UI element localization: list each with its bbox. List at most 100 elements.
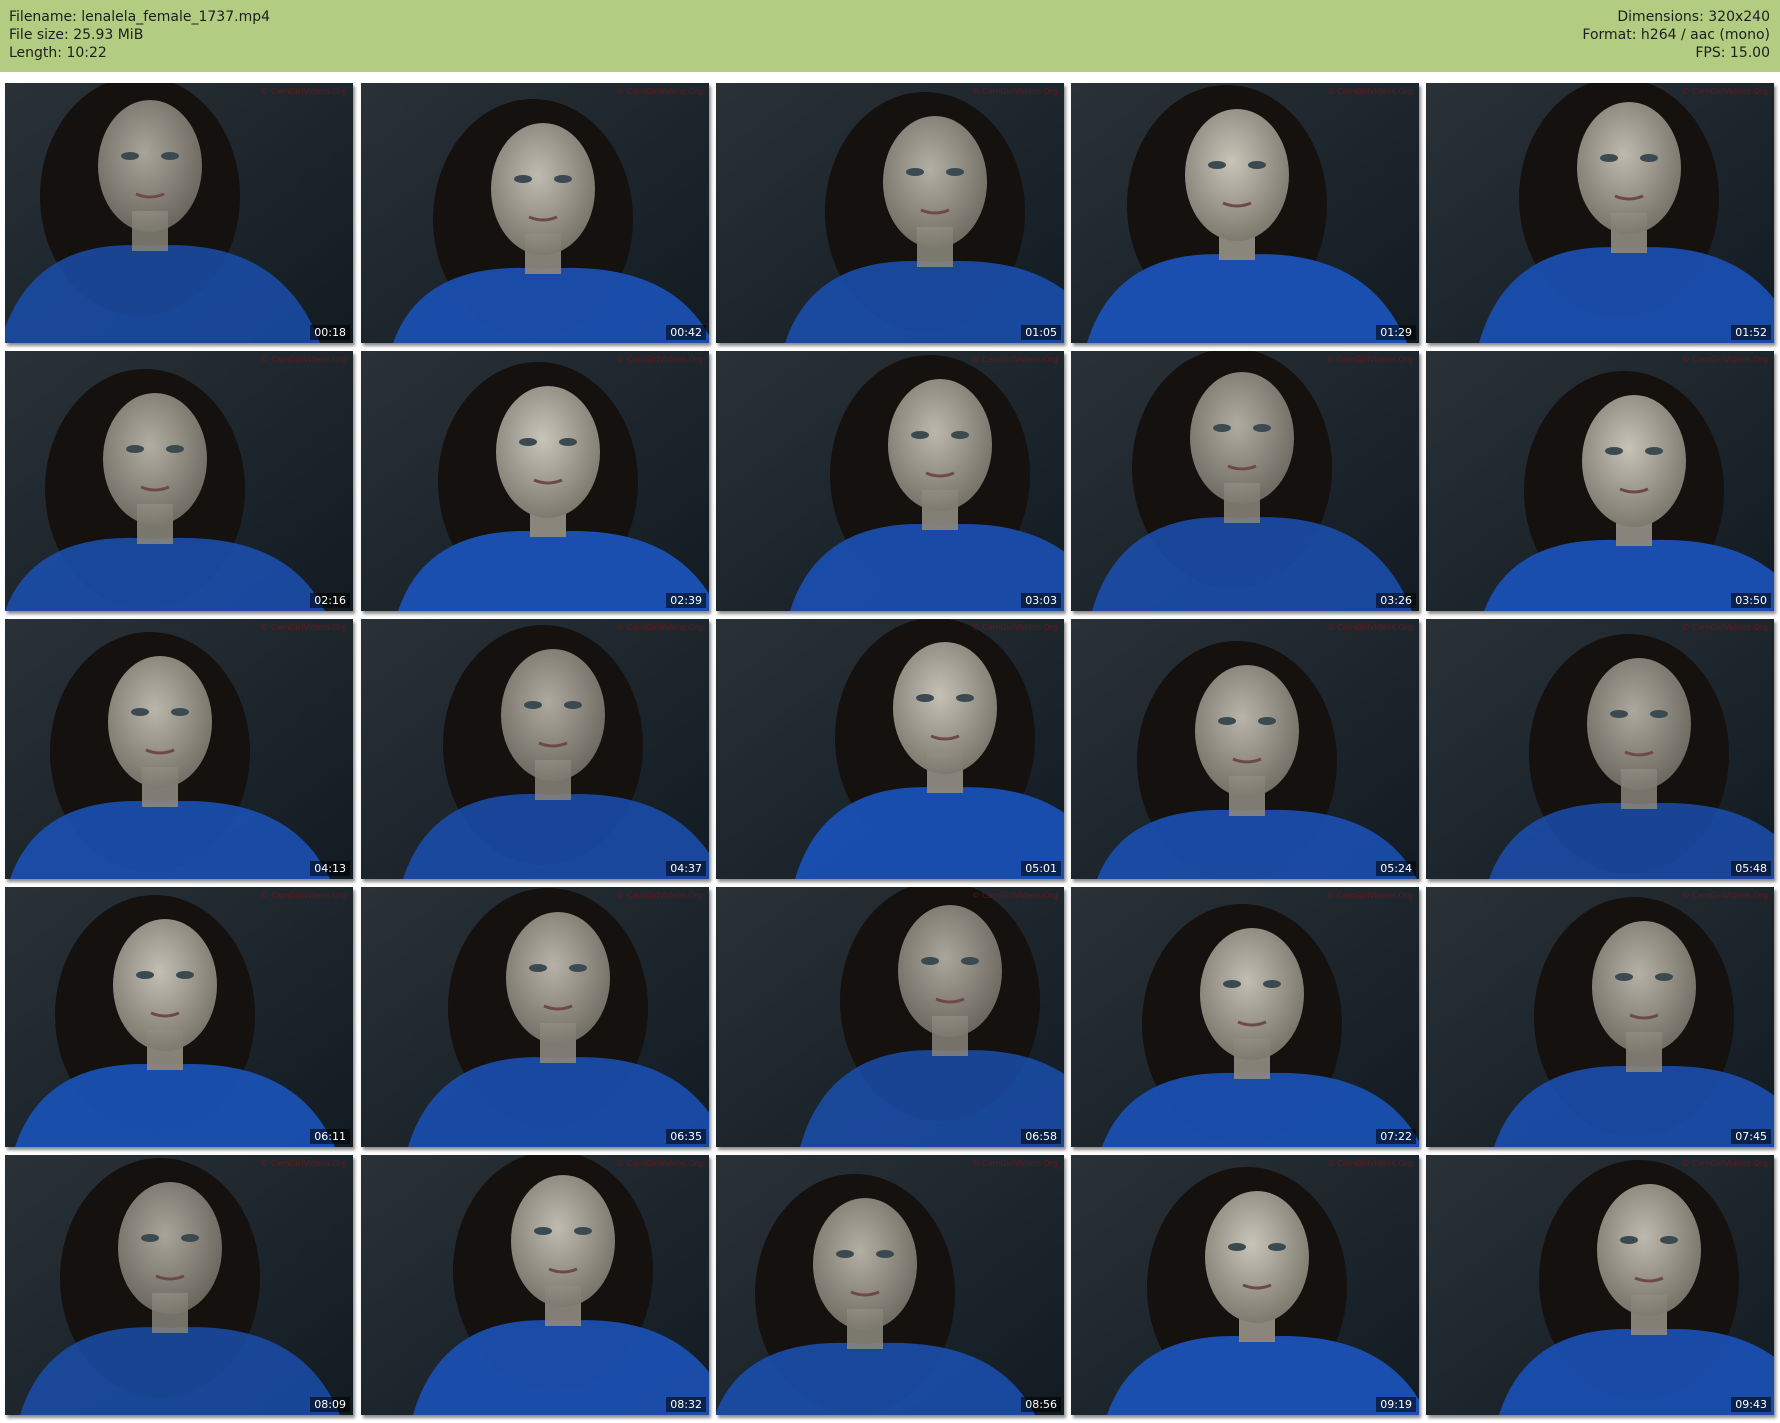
- watermark-text: © CamGirlVideos.Org: [1681, 1159, 1768, 1168]
- timestamp-label: 02:39: [666, 593, 706, 608]
- length-text: Length: 10:22: [9, 45, 107, 61]
- watermark-text: © CamGirlVideos.Org: [971, 355, 1058, 364]
- video-thumbnail: © CamGirlVideos.Org 04:13: [5, 619, 353, 879]
- watermark-text: © CamGirlVideos.Org: [1326, 87, 1413, 96]
- watermark-text: © CamGirlVideos.Org: [260, 623, 347, 632]
- watermark-text: © CamGirlVideos.Org: [616, 355, 703, 364]
- video-thumbnail: © CamGirlVideos.Org 03:26: [1071, 351, 1419, 611]
- watermark-text: © CamGirlVideos.Org: [1681, 355, 1768, 364]
- video-thumbnail: © CamGirlVideos.Org 01:52: [1426, 83, 1774, 343]
- video-frame-image: [361, 83, 709, 343]
- video-frame-image: [716, 83, 1064, 343]
- video-frame-image: [716, 887, 1064, 1147]
- fps-text: FPS: 15.00: [1695, 45, 1770, 61]
- video-frame-image: [1071, 887, 1419, 1147]
- timestamp-label: 05:24: [1376, 861, 1416, 876]
- video-frame-image: [5, 887, 353, 1147]
- timestamp-label: 07:22: [1376, 1129, 1416, 1144]
- video-thumbnail: © CamGirlVideos.Org 07:45: [1426, 887, 1774, 1147]
- watermark-text: © CamGirlVideos.Org: [260, 1159, 347, 1168]
- video-thumbnail: © CamGirlVideos.Org 08:56: [716, 1155, 1064, 1415]
- video-frame-image: [1426, 887, 1774, 1147]
- timestamp-label: 05:48: [1731, 861, 1771, 876]
- video-thumbnail: © CamGirlVideos.Org 01:05: [716, 83, 1064, 343]
- timestamp-label: 03:03: [1021, 593, 1061, 608]
- info-header: Filename: lenalela_female_1737.mp4 File …: [0, 0, 1780, 72]
- video-thumbnail: © CamGirlVideos.Org 01:29: [1071, 83, 1419, 343]
- watermark-text: © CamGirlVideos.Org: [616, 623, 703, 632]
- format-text: Format: h264 / aac (mono): [1582, 27, 1770, 43]
- video-frame-image: [716, 351, 1064, 611]
- watermark-text: © CamGirlVideos.Org: [1326, 891, 1413, 900]
- timestamp-label: 06:58: [1021, 1129, 1061, 1144]
- watermark-text: © CamGirlVideos.Org: [616, 87, 703, 96]
- watermark-text: © CamGirlVideos.Org: [1326, 623, 1413, 632]
- video-frame-image: [716, 619, 1064, 879]
- dimensions-text: Dimensions: 320x240: [1617, 9, 1770, 25]
- timestamp-label: 09:19: [1376, 1397, 1416, 1412]
- video-thumbnail: © CamGirlVideos.Org 02:16: [5, 351, 353, 611]
- watermark-text: © CamGirlVideos.Org: [1326, 1159, 1413, 1168]
- video-thumbnail: © CamGirlVideos.Org 06:58: [716, 887, 1064, 1147]
- timestamp-label: 04:37: [666, 861, 706, 876]
- watermark-text: © CamGirlVideos.Org: [1681, 87, 1768, 96]
- file-info-right: Dimensions: 320x240 Format: h264 / aac (…: [1582, 8, 1770, 62]
- timestamp-label: 01:52: [1731, 325, 1771, 340]
- timestamp-label: 01:29: [1376, 325, 1416, 340]
- video-thumbnail: © CamGirlVideos.Org 03:50: [1426, 351, 1774, 611]
- watermark-text: © CamGirlVideos.Org: [1681, 891, 1768, 900]
- video-thumbnail: © CamGirlVideos.Org 06:35: [361, 887, 709, 1147]
- timestamp-label: 03:50: [1731, 593, 1771, 608]
- video-frame-image: [1071, 1155, 1419, 1415]
- video-thumbnail: © CamGirlVideos.Org 09:19: [1071, 1155, 1419, 1415]
- watermark-text: © CamGirlVideos.Org: [260, 87, 347, 96]
- timestamp-label: 06:11: [310, 1129, 350, 1144]
- video-frame-image: [5, 83, 353, 343]
- video-thumbnail: © CamGirlVideos.Org 04:37: [361, 619, 709, 879]
- video-frame-image: [1426, 83, 1774, 343]
- watermark-text: © CamGirlVideos.Org: [971, 623, 1058, 632]
- video-thumbnail: © CamGirlVideos.Org 02:39: [361, 351, 709, 611]
- watermark-text: © CamGirlVideos.Org: [971, 1159, 1058, 1168]
- timestamp-label: 00:18: [310, 325, 350, 340]
- video-frame-image: [1071, 83, 1419, 343]
- timestamp-label: 06:35: [666, 1129, 706, 1144]
- watermark-text: © CamGirlVideos.Org: [1681, 623, 1768, 632]
- timestamp-label: 08:09: [310, 1397, 350, 1412]
- filesize-text: File size: 25.93 MiB: [9, 27, 144, 43]
- video-frame-image: [1426, 619, 1774, 879]
- timestamp-label: 07:45: [1731, 1129, 1771, 1144]
- video-thumbnail: © CamGirlVideos.Org 06:11: [5, 887, 353, 1147]
- video-thumbnail: © CamGirlVideos.Org 08:32: [361, 1155, 709, 1415]
- watermark-text: © CamGirlVideos.Org: [1326, 355, 1413, 364]
- timestamp-label: 00:42: [666, 325, 706, 340]
- video-frame-image: [1426, 1155, 1774, 1415]
- video-frame-image: [5, 619, 353, 879]
- video-thumbnail: © CamGirlVideos.Org 05:48: [1426, 619, 1774, 879]
- timestamp-label: 01:05: [1021, 325, 1061, 340]
- video-frame-image: [361, 351, 709, 611]
- video-thumbnail: © CamGirlVideos.Org 05:24: [1071, 619, 1419, 879]
- video-frame-image: [5, 1155, 353, 1415]
- video-thumbnail: © CamGirlVideos.Org 00:42: [361, 83, 709, 343]
- video-thumbnail: © CamGirlVideos.Org 07:22: [1071, 887, 1419, 1147]
- watermark-text: © CamGirlVideos.Org: [971, 87, 1058, 96]
- filename-text: Filename: lenalela_female_1737.mp4: [9, 9, 270, 25]
- timestamp-label: 02:16: [310, 593, 350, 608]
- watermark-text: © CamGirlVideos.Org: [616, 1159, 703, 1168]
- video-frame-image: [361, 1155, 709, 1415]
- video-frame-image: [5, 351, 353, 611]
- video-frame-image: [716, 1155, 1064, 1415]
- timestamp-label: 04:13: [310, 861, 350, 876]
- video-frame-image: [1071, 619, 1419, 879]
- video-thumbnail: © CamGirlVideos.Org 00:18: [5, 83, 353, 343]
- video-thumbnail: © CamGirlVideos.Org 08:09: [5, 1155, 353, 1415]
- video-frame-image: [361, 619, 709, 879]
- watermark-text: © CamGirlVideos.Org: [260, 891, 347, 900]
- timestamp-label: 09:43: [1731, 1397, 1771, 1412]
- timestamp-label: 08:56: [1021, 1397, 1061, 1412]
- thumbnail-grid: © CamGirlVideos.Org 00:18 © CamGirlVideos.…: [0, 72, 1780, 1423]
- video-thumbnail: © CamGirlVideos.Org 09:43: [1426, 1155, 1774, 1415]
- timestamp-label: 08:32: [666, 1397, 706, 1412]
- watermark-text: © CamGirlVideos.Org: [260, 355, 347, 364]
